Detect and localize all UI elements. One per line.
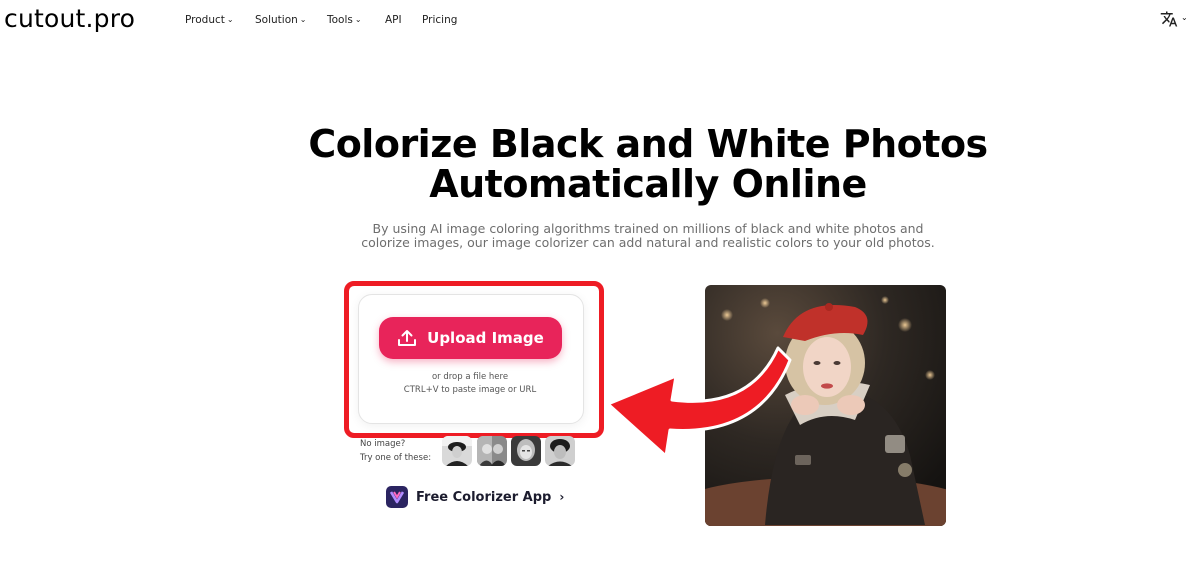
translate-icon <box>1160 11 1178 27</box>
page-title-line1: Colorize Black and White Photos <box>308 122 988 166</box>
nav-api[interactable]: API <box>385 12 402 28</box>
chevron-down-icon: ⌄ <box>226 15 234 24</box>
sample-thumbnail[interactable] <box>511 436 541 466</box>
nav-tools[interactable]: Tools ⌄ <box>327 12 362 29</box>
try-samples-label: Try one of these: <box>360 453 432 463</box>
upload-dropzone[interactable] <box>358 294 584 424</box>
paste-hint: CTRL+V to paste image or URL <box>403 385 537 395</box>
chevron-right-icon: › <box>559 490 565 504</box>
nav-tools-label: Tools <box>327 14 353 26</box>
nav-solution[interactable]: Solution ⌄ <box>255 12 306 29</box>
page-title: Colorize Black and White Photos Automati… <box>0 124 1200 204</box>
upload-image-button[interactable]: Upload Image <box>379 317 562 359</box>
chevron-down-icon: ⌄ <box>299 15 307 24</box>
sample-thumbnail[interactable] <box>545 436 575 466</box>
nav-solution-label: Solution <box>255 14 298 26</box>
sample-thumbnail[interactable] <box>442 436 472 466</box>
drop-hint: or drop a file here <box>431 372 509 382</box>
nav-product-label: Product <box>185 14 225 26</box>
chevron-down-icon: ⌄ <box>354 15 362 24</box>
logo[interactable]: cutout.pro <box>4 4 135 34</box>
free-colorizer-app-link[interactable]: Free Colorizer App › <box>386 486 564 508</box>
page-subtitle: By using AI image coloring algorithms tr… <box>0 222 1200 250</box>
no-image-label: No image? <box>360 439 406 449</box>
page-title-line2: Automatically Online <box>429 162 867 206</box>
upload-icon <box>398 330 417 346</box>
nav-pricing[interactable]: Pricing <box>422 12 457 28</box>
nav-product[interactable]: Product ⌄ <box>185 12 234 29</box>
language-selector[interactable]: ⌄ <box>1160 9 1190 29</box>
annotation-arrow <box>606 346 792 458</box>
chevron-down-icon: ⌄ <box>1181 13 1188 22</box>
upload-image-label: Upload Image <box>427 329 544 347</box>
free-colorizer-app-label: Free Colorizer App <box>416 489 552 505</box>
subtitle-line2: colorize images, our image colorizer can… <box>361 235 935 250</box>
colorizer-app-icon <box>386 486 408 508</box>
subtitle-line1: By using AI image coloring algorithms tr… <box>372 221 924 236</box>
sample-thumbnail[interactable] <box>477 436 507 466</box>
